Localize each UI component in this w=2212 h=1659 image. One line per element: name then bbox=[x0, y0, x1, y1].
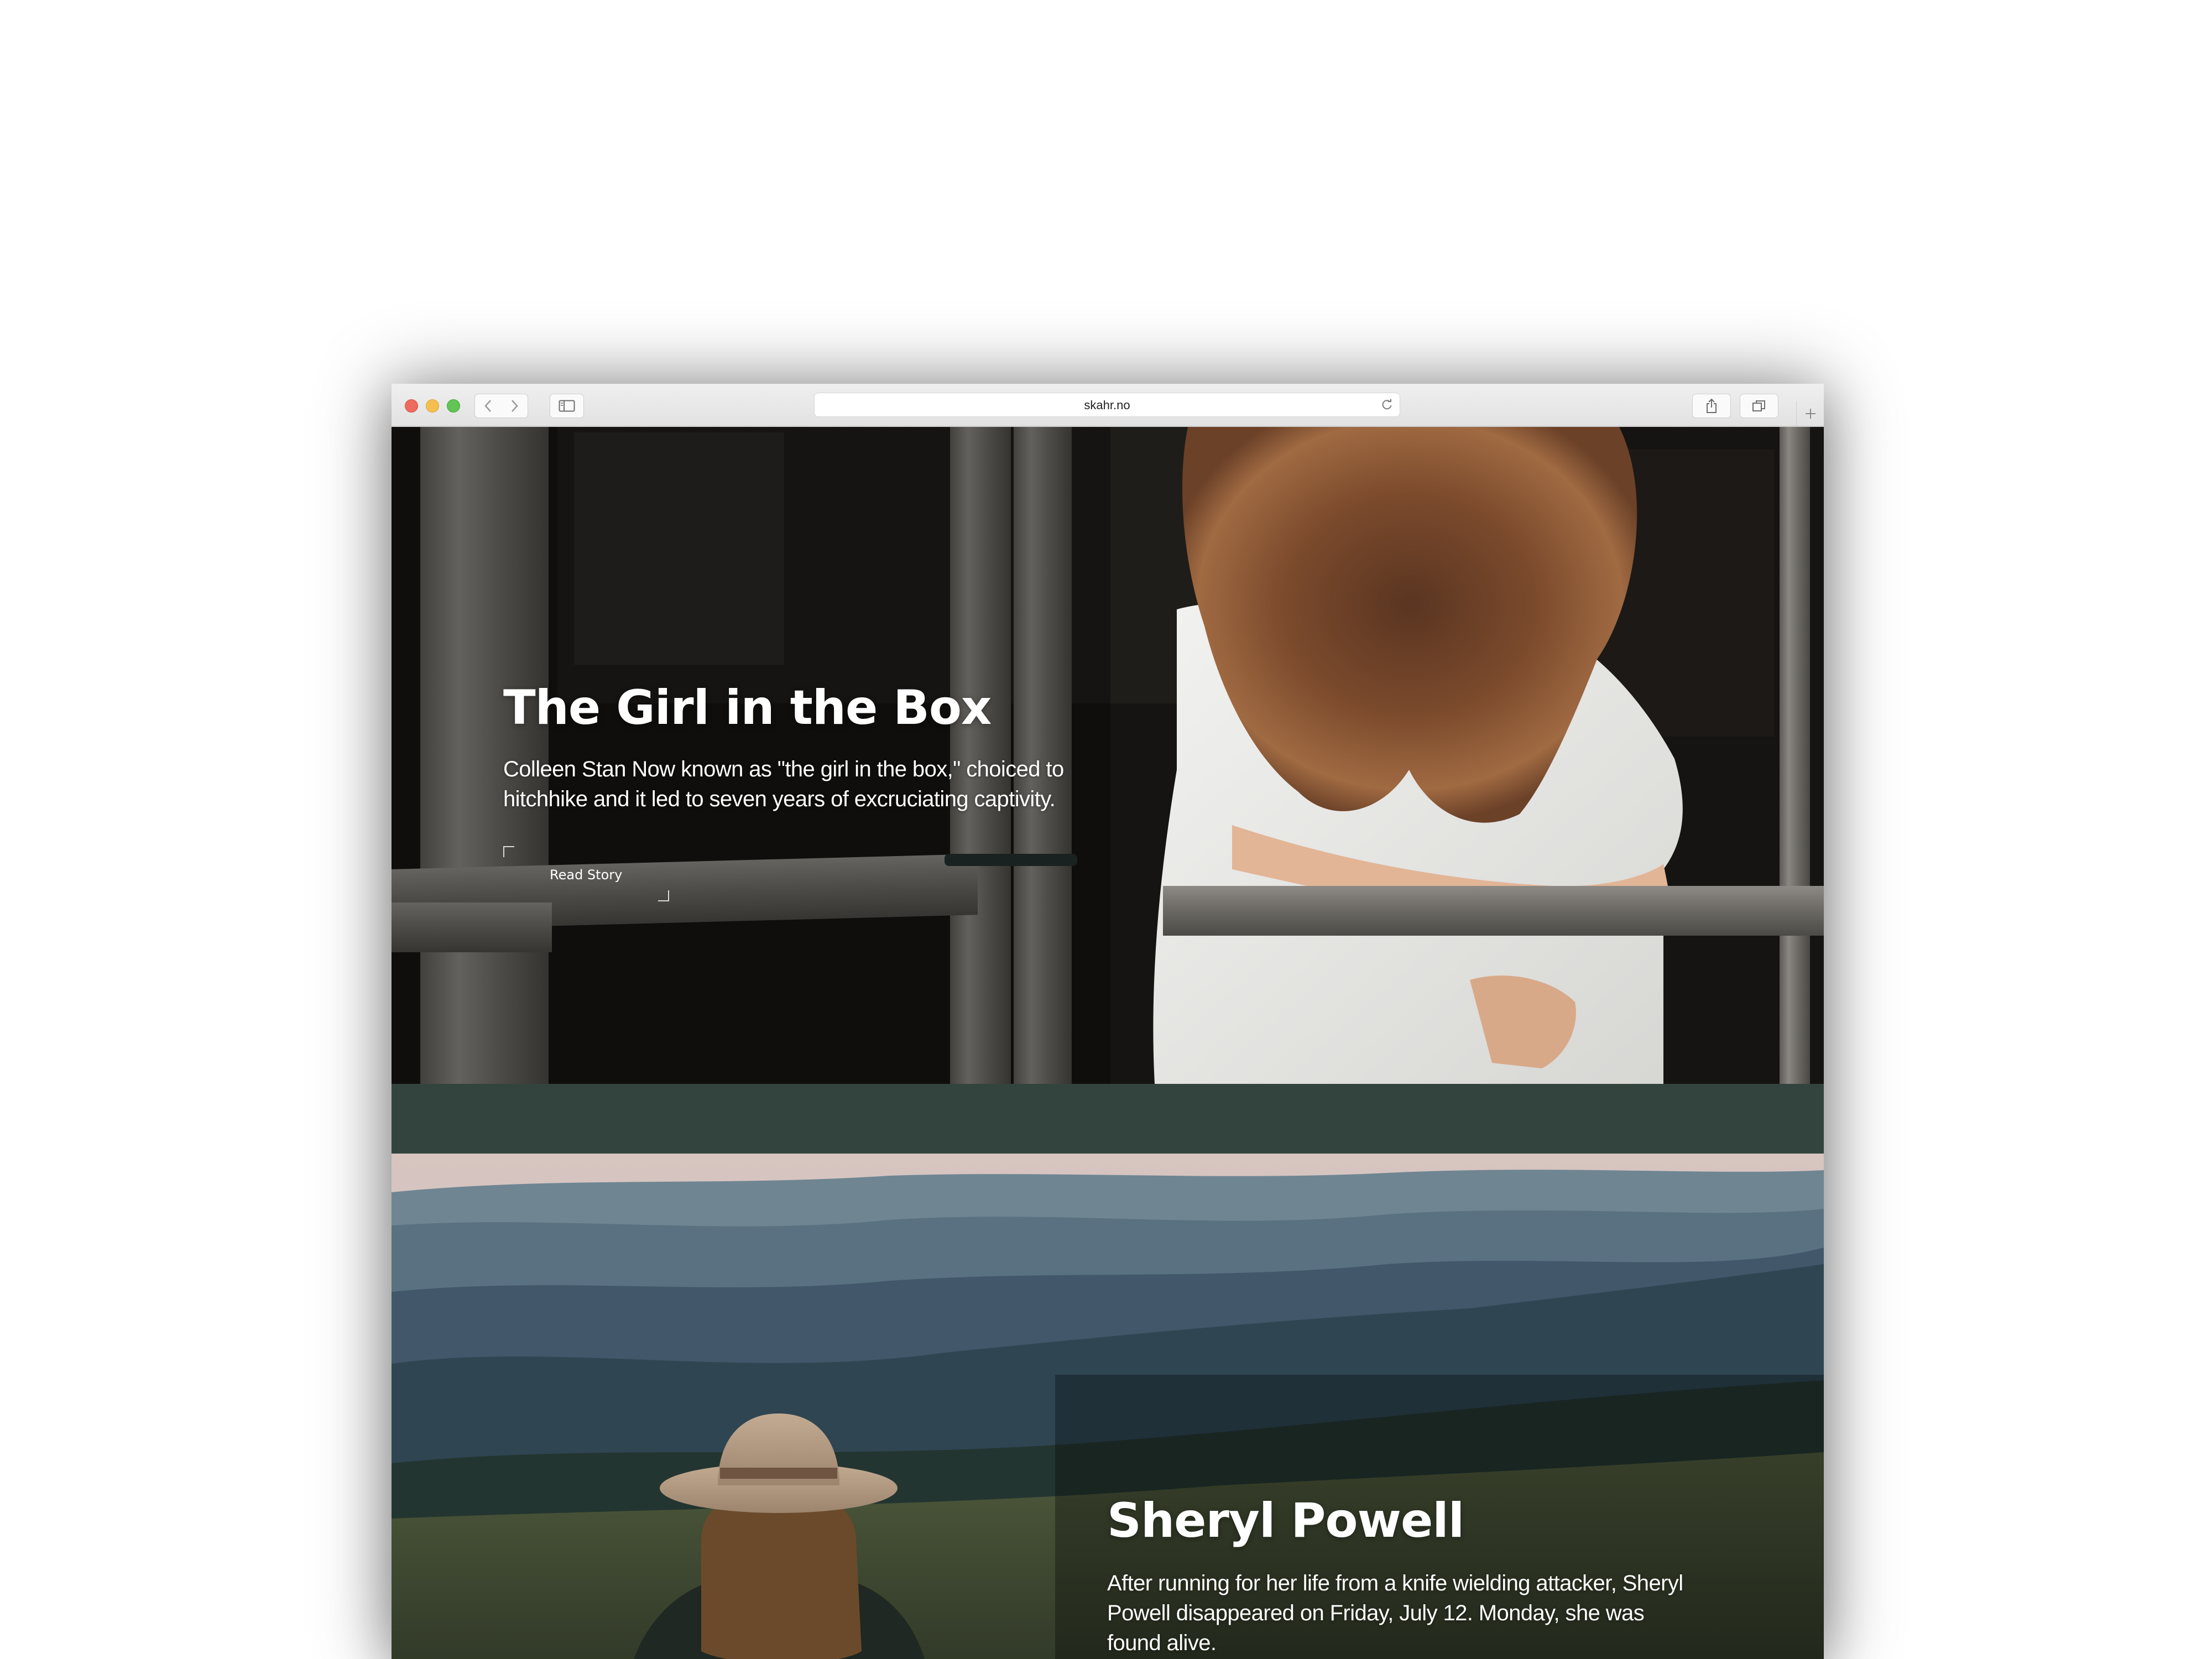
story-description: After running for her life from a knife … bbox=[1107, 1571, 1683, 1655]
plus-icon bbox=[1806, 409, 1815, 419]
story-hero-sheryl-powell: Sheryl Powell After running for her life… bbox=[392, 1154, 1824, 1659]
corner-bracket-decoration bbox=[658, 890, 669, 901]
browser-toolbar: skahr.no bbox=[392, 384, 1824, 427]
reload-button[interactable] bbox=[1379, 397, 1395, 413]
chevron-right-icon bbox=[512, 400, 518, 412]
share-icon bbox=[1707, 398, 1717, 413]
share-button[interactable] bbox=[1692, 394, 1731, 418]
chevron-left-icon bbox=[484, 400, 491, 412]
read-story-label: Read Story bbox=[550, 867, 623, 883]
section-divider-band bbox=[392, 1084, 1824, 1154]
back-button[interactable] bbox=[474, 394, 502, 418]
minimize-window-button[interactable] bbox=[426, 399, 439, 413]
story-hero-girl-in-the-box: The Girl in the Box Colleen Stan Now kno… bbox=[392, 427, 1824, 1084]
new-tab-button[interactable] bbox=[1796, 401, 1824, 426]
forward-button[interactable] bbox=[501, 394, 528, 418]
story-description: Colleen Stan Now known as "the girl in t… bbox=[503, 757, 1064, 811]
story-title: Sheryl Powell bbox=[1107, 1493, 1464, 1548]
tabs-overview-icon bbox=[1752, 400, 1765, 411]
maximize-window-button[interactable] bbox=[447, 399, 460, 413]
reload-icon bbox=[1382, 399, 1392, 410]
story-title: The Girl in the Box bbox=[503, 680, 992, 735]
read-story-button[interactable]: Read Story bbox=[503, 846, 669, 901]
corner-bracket-decoration bbox=[503, 846, 514, 857]
url-text: skahr.no bbox=[1084, 398, 1130, 412]
close-window-button[interactable] bbox=[405, 399, 418, 413]
sidebar-toggle-button[interactable] bbox=[550, 394, 584, 418]
browser-window: skahr.no The Girl in the Box Colleen Sta… bbox=[392, 384, 1824, 1659]
tabs-overview-button[interactable] bbox=[1740, 394, 1778, 418]
address-bar[interactable]: skahr.no bbox=[814, 393, 1400, 417]
sidebar-icon bbox=[559, 400, 575, 412]
